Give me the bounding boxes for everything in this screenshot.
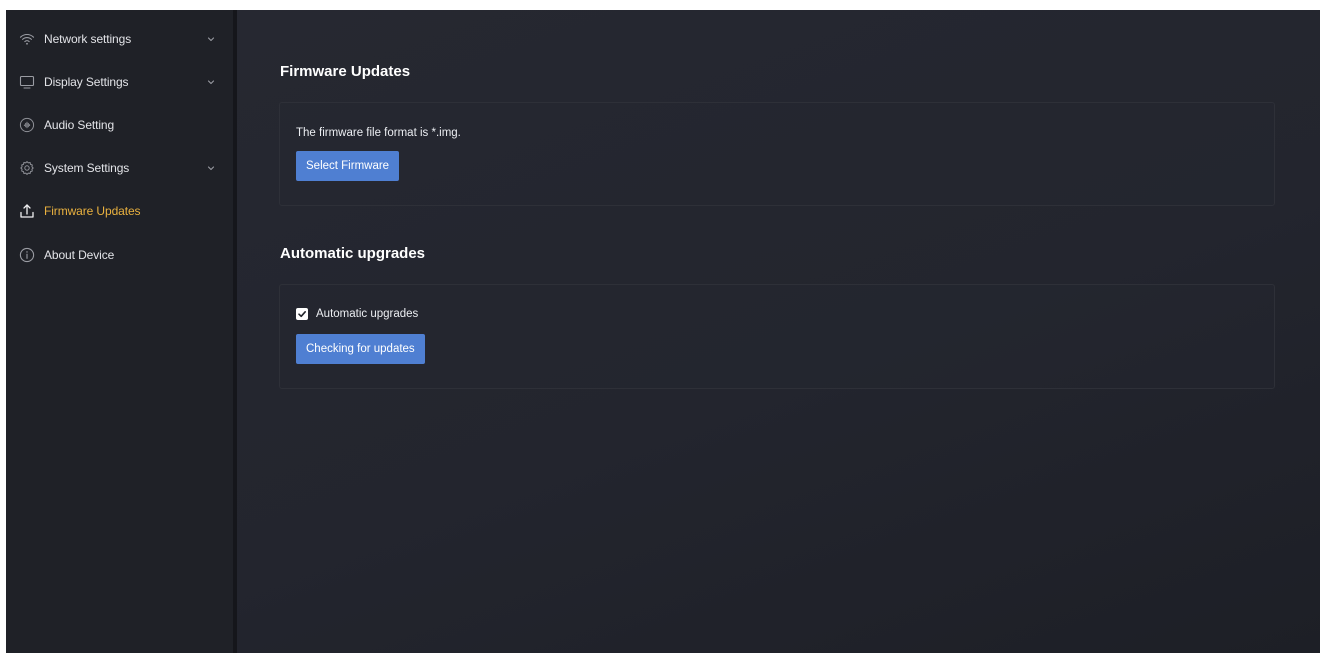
sidebar-item-network-settings[interactable]: Network settings (6, 22, 233, 56)
sidebar-item-label: System Settings (44, 161, 130, 175)
wifi-icon (19, 31, 35, 47)
firmware-card: The firmware file format is *.img. Selec… (279, 102, 1275, 206)
sidebar-item-label: About Device (44, 248, 115, 262)
check-icon (298, 311, 306, 318)
sidebar-item-label: Display Settings (44, 75, 129, 89)
sidebar-item-firmware-updates[interactable]: Firmware Updates (6, 194, 233, 228)
automatic-upgrades-card: Automatic upgrades Checking for updates (279, 284, 1275, 389)
app-window: Network settings Display Settings Audio … (6, 10, 1320, 653)
upload-icon (19, 203, 35, 219)
sidebar-item-about-device[interactable]: About Device (6, 238, 233, 272)
firmware-updates-title: Firmware Updates (280, 63, 411, 80)
check-updates-button[interactable]: Checking for updates (296, 334, 425, 364)
sidebar-item-system-settings[interactable]: System Settings (6, 151, 233, 185)
sidebar-item-label: Audio Setting (44, 118, 115, 132)
info-icon (19, 247, 35, 263)
chevron-down-icon (205, 76, 217, 88)
automatic-upgrades-title: Automatic upgrades (280, 245, 426, 262)
automatic-upgrades-checkbox[interactable] (296, 308, 308, 320)
automatic-upgrades-checkbox-label: Automatic upgrades (316, 308, 419, 320)
chevron-down-icon (205, 33, 217, 45)
monitor-icon (19, 74, 35, 90)
sidebar-item-display-settings[interactable]: Display Settings (6, 65, 233, 99)
gear-icon (19, 160, 35, 176)
select-firmware-button[interactable]: Select Firmware (296, 151, 400, 181)
firmware-format-text: The firmware file format is *.img. (296, 127, 461, 139)
automatic-upgrades-checkbox-row[interactable]: Automatic upgrades (296, 307, 418, 321)
audio-icon (19, 117, 35, 133)
chevron-down-icon (205, 162, 217, 174)
sidebar-item-label: Firmware Updates (44, 204, 141, 218)
main-content: Firmware Updates The firmware file forma… (237, 10, 1320, 653)
sidebar-item-label: Network settings (44, 32, 132, 46)
sidebar: Network settings Display Settings Audio … (6, 10, 233, 653)
sidebar-item-audio-setting[interactable]: Audio Setting (6, 108, 233, 142)
